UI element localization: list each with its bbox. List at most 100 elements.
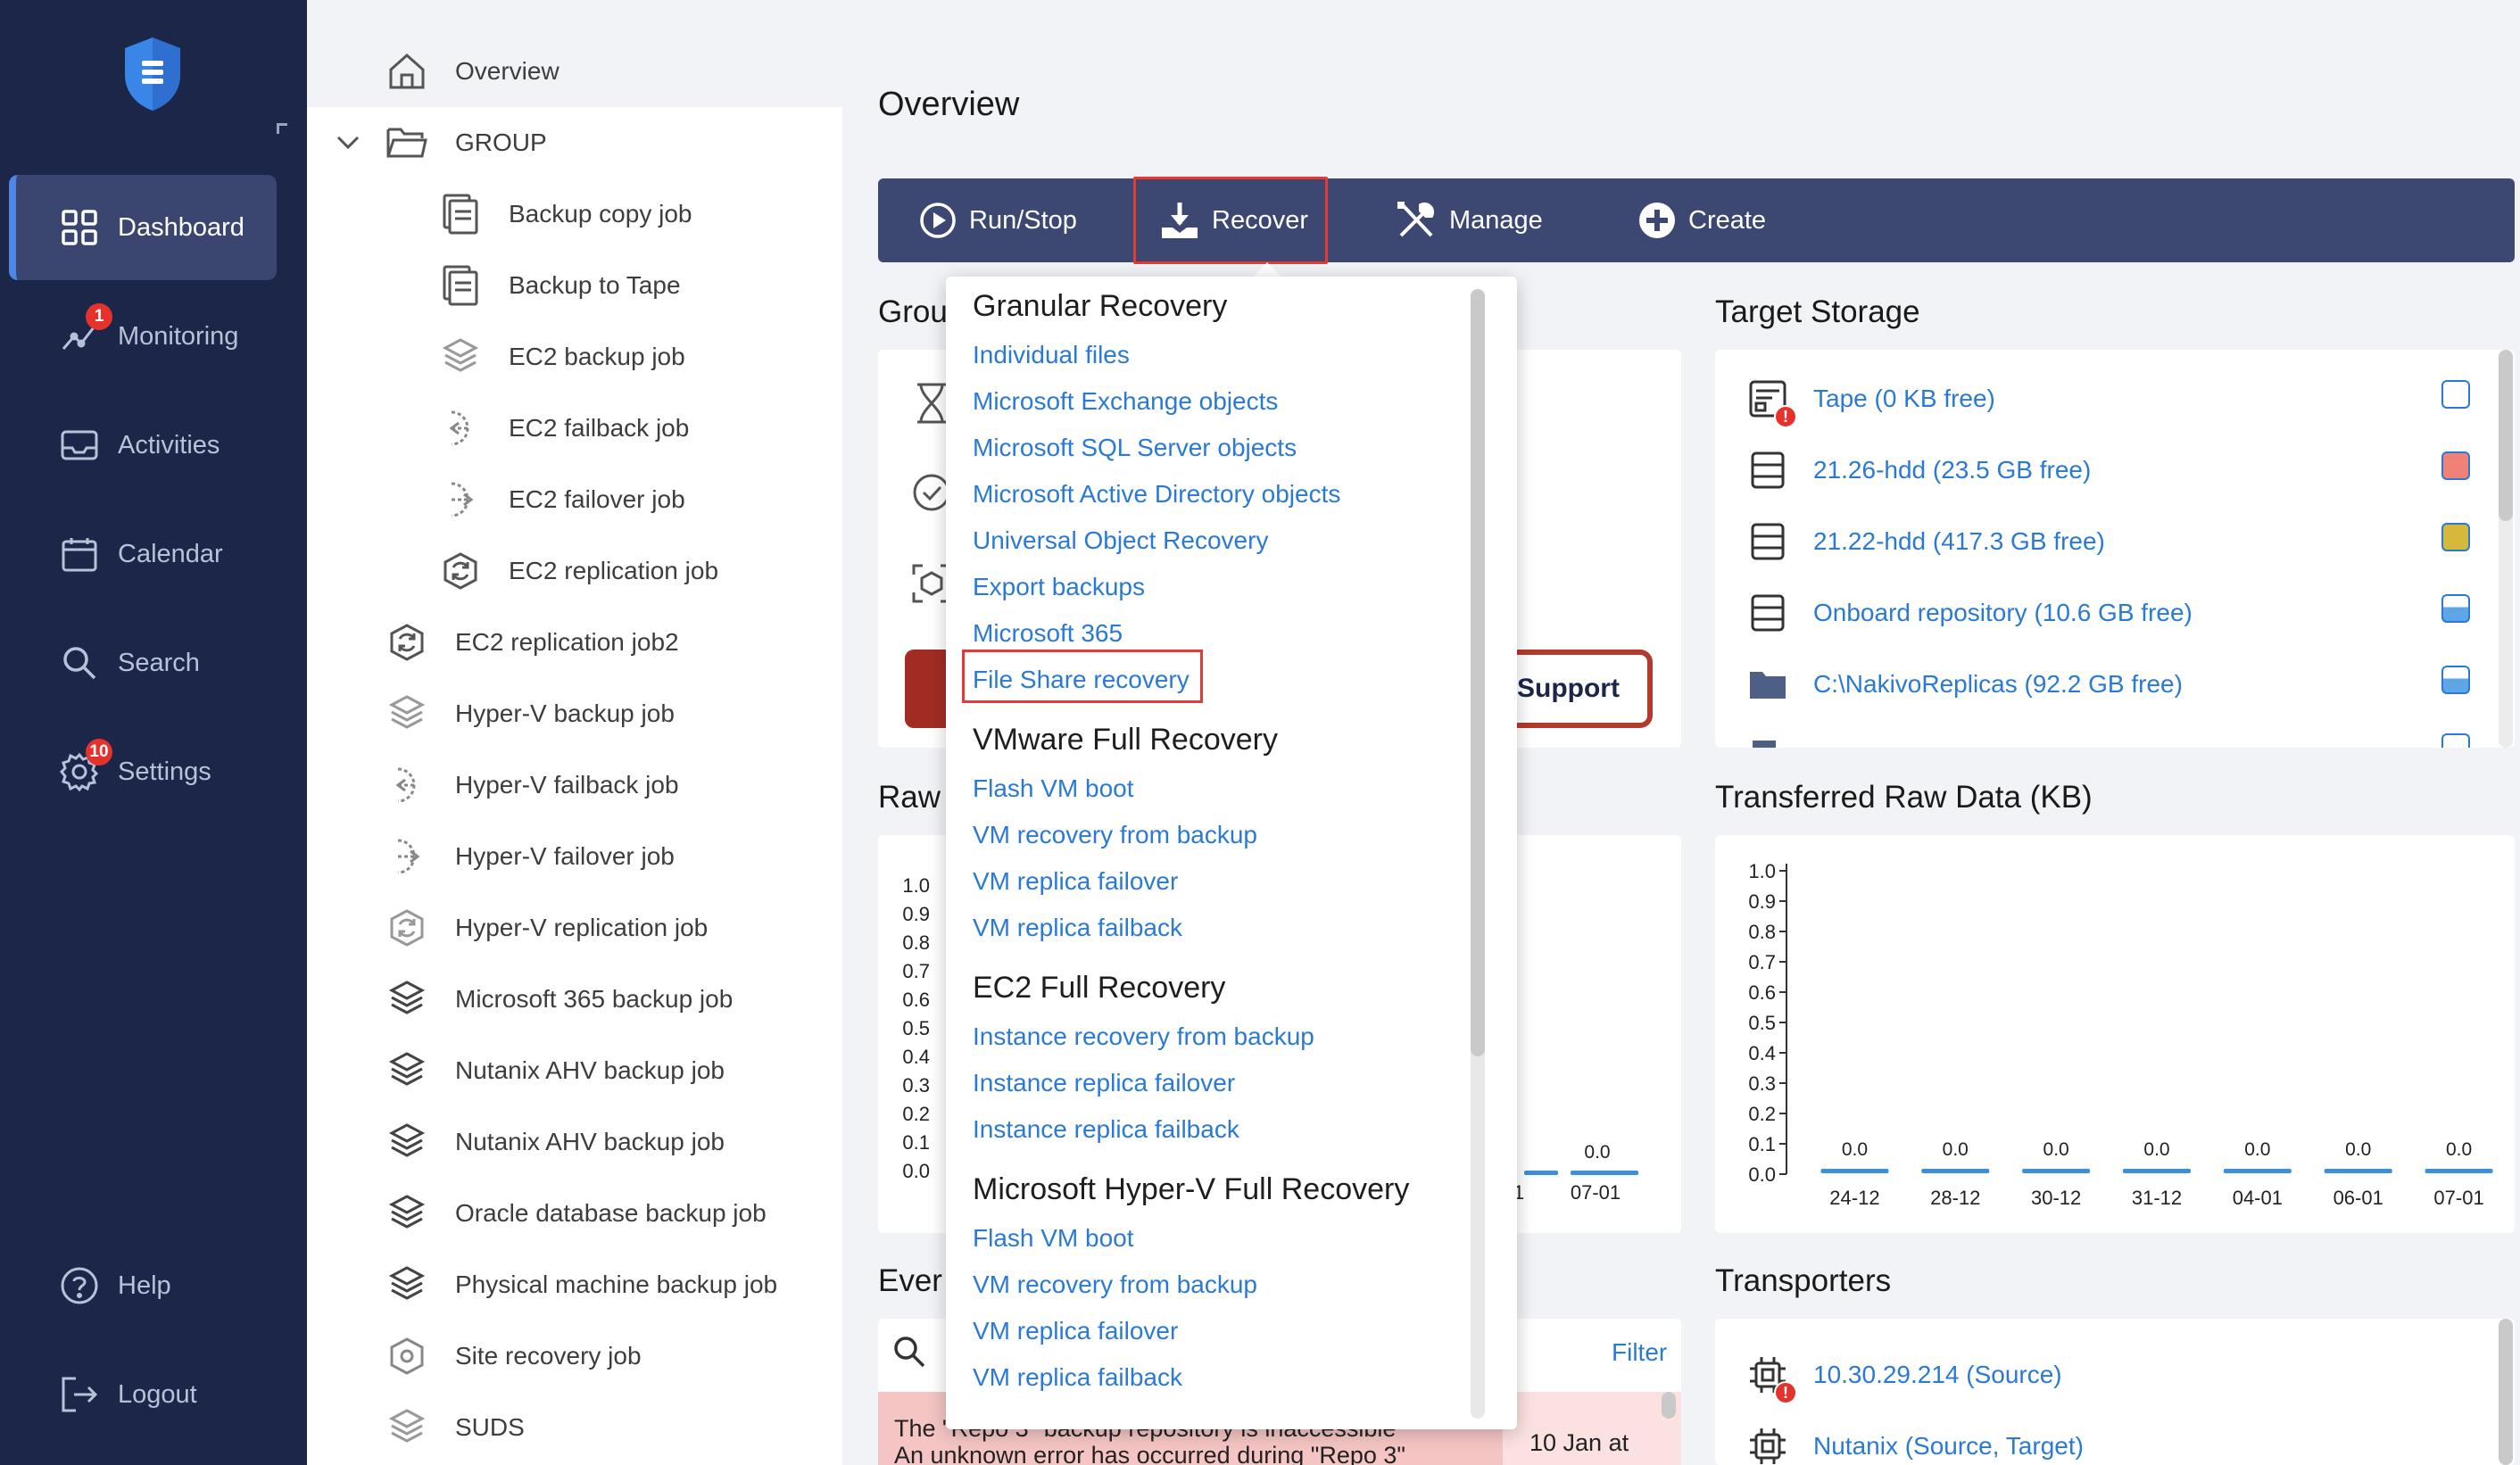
storage-item[interactable]: 21.26-hdd (23.5 GB free) [1747,450,2091,491]
dropdown-menu-item[interactable]: Instance replica failback [973,1115,1239,1144]
dropdown-menu-item[interactable]: Microsoft SQL Server objects [973,434,1297,462]
target-storage-title: Target Storage [1715,294,1920,329]
nav-item-activities[interactable]: Activities [9,393,277,498]
dropdown-menu-item[interactable]: Universal Object Recovery [973,526,1268,555]
tree-item-job[interactable]: EC2 failback job [439,401,689,455]
dropdown-menu-item[interactable]: VM replica failover [973,1317,1178,1345]
tree-item-job[interactable]: Microsoft 365 backup job [385,973,733,1026]
chart-bar[interactable] [1921,1169,1990,1173]
tree-item-job[interactable]: Nutanix AHV backup job [385,1115,725,1169]
transporter-item[interactable]: ! 10.30.29.214 (Source) [1747,1354,2062,1404]
monitoring-icon: 1 [59,303,112,357]
nav-item-calendar[interactable]: Calendar [9,501,277,607]
tree-item-job[interactable]: Oracle database backup job [385,1187,767,1240]
hdd-icon [1747,450,1788,491]
hourglass-icon [917,383,946,424]
left-chart-value-label: 0.0 [1584,1142,1611,1163]
left-chart-y-tick: 0.1 [902,1131,930,1154]
tree-item-job[interactable]: Hyper-V replication job [385,901,708,955]
dropdown-menu-item[interactable]: VM replica failback [973,914,1182,942]
tree-item-job[interactable]: Site recovery job [385,1329,642,1383]
replication-icon [385,621,428,664]
tree-item-group[interactable]: GROUP [336,116,547,170]
chart-bar[interactable] [2223,1169,2292,1173]
plus-circle-icon [1639,203,1675,238]
dropdown-menu-item[interactable]: VM replica failback [973,1363,1182,1392]
tree-item-job[interactable]: Backup copy job [439,187,692,241]
tree-item-job[interactable]: Hyper-V failover job [385,830,675,883]
stack-icon [385,692,428,735]
storage-item[interactable]: Onboard repository (10.6 GB free) [1747,592,2193,633]
left-chart-y-tick: 0.3 [902,1074,930,1097]
nav-item-dashboard[interactable]: Dashboard [9,175,277,280]
create-button[interactable]: Create [1638,178,1766,262]
chart-bar[interactable] [2425,1169,2493,1173]
dropdown-menu-item[interactable]: VM replica failover [973,867,1178,896]
dropdown-menu-item[interactable]: Instance recovery from backup [973,1022,1314,1051]
nav-item-search[interactable]: Search [9,610,277,716]
nav-label: Search [118,648,200,677]
dropdown-section-title: Granular Recovery [973,289,1228,323]
dropdown-menu-item[interactable]: Individual files [973,341,1130,369]
nav-label: Logout [118,1379,197,1409]
tree-item-job[interactable]: EC2 replication job [439,544,718,598]
chart-bar[interactable] [1820,1169,1889,1173]
dropdown-menu-item[interactable]: VM recovery from backup [973,821,1257,849]
transporters-scrollbar[interactable] [2499,1319,2513,1465]
nav-item-help[interactable]: Help [9,1233,277,1338]
dropdown-menu-item[interactable]: Microsoft Active Directory objects [973,480,1340,509]
nav-label: Monitoring [118,321,239,351]
storage-item[interactable]: ! Tape (0 KB free) [1747,378,1995,428]
dropdown-menu-item[interactable]: Instance replica failover [973,1069,1235,1097]
manage-button[interactable]: Manage [1396,178,1543,262]
storage-item[interactable]: C:\NakivoReplicas (92.2 GB free) [1747,664,2183,705]
dropdown-menu-item[interactable]: File Share recovery [973,666,1190,694]
nav-item-settings[interactable]: 10 Settings [9,719,277,824]
tree-item-overview[interactable]: Overview [385,45,560,98]
support-button[interactable]: Support [1508,650,1653,728]
dropdown-menu-item[interactable]: Flash VM boot [973,1224,1134,1253]
transporter-label: 10.30.29.214 (Source) [1813,1361,2062,1388]
y-tick-label: 0.8 [1748,921,1776,943]
dropdown-menu-item[interactable]: Microsoft Exchange objects [973,387,1278,416]
chart-bar[interactable] [2324,1169,2392,1173]
dropdown-menu-item[interactable]: Microsoft 365 [973,619,1123,648]
dropdown-menu-item[interactable]: Flash VM boot [973,774,1134,803]
tree-item-job[interactable]: SUDS [385,1401,525,1454]
tree-item-label: Nutanix AHV backup job [455,1056,725,1084]
tree-item-job[interactable]: EC2 backup job [439,330,685,384]
dropdown-menu-item[interactable]: Export backups [973,573,1145,601]
chevron-down-icon[interactable] [336,135,362,151]
group-section-title: Grou [878,294,948,329]
left-chart-y-tick: 0.8 [902,931,930,954]
tree-item-job[interactable]: Physical machine backup job [385,1258,777,1312]
storage-usage-indicator [2441,666,2470,694]
left-chart-y-tick: 0.5 [902,1017,930,1039]
chart-bar[interactable] [2022,1169,2091,1173]
run-stop-button[interactable]: Run/Stop [919,178,1077,262]
tree-item-job[interactable]: Hyper-V backup job [385,687,675,741]
nav-item-monitoring[interactable]: 1 Monitoring [9,284,277,389]
chart-bar[interactable] [2123,1169,2191,1173]
storage-label: 21.26-hdd (23.5 GB free) [1813,456,2092,484]
search-icon[interactable] [892,1335,926,1369]
tree-item-job[interactable]: EC2 replication job2 [385,616,679,669]
y-tick-label: 0.0 [1748,1163,1776,1186]
tree-item-label: EC2 replication job2 [455,628,679,656]
nav-label: Dashboard [118,212,245,242]
tree-item-job[interactable]: Backup to Tape [439,259,681,312]
nav-item-logout[interactable]: Logout [9,1342,277,1447]
dropdown-scrollbar-thumb[interactable] [1471,289,1485,1056]
transporter-item[interactable]: Nutanix (Source, Target) [1747,1426,2084,1465]
tree-item-job[interactable]: EC2 failover job [439,473,685,526]
events-scrollbar[interactable] [1662,1392,1676,1419]
collapse-nav-icon[interactable] [277,123,287,134]
tree-item-job[interactable]: Nutanix AHV backup job [385,1044,725,1097]
storage-scrollbar-thumb[interactable] [2499,350,2513,521]
tree-item-job[interactable]: Hyper-V failback job [385,758,679,812]
storage-item[interactable]: 21.22-hdd (417.3 GB free) [1747,521,2105,562]
dropdown-section-title: VMware Full Recovery [973,723,1278,757]
dropdown-menu-item[interactable]: VM recovery from backup [973,1270,1257,1299]
filter-link[interactable]: Filter [1612,1338,1667,1367]
manage-label: Manage [1449,205,1543,235]
